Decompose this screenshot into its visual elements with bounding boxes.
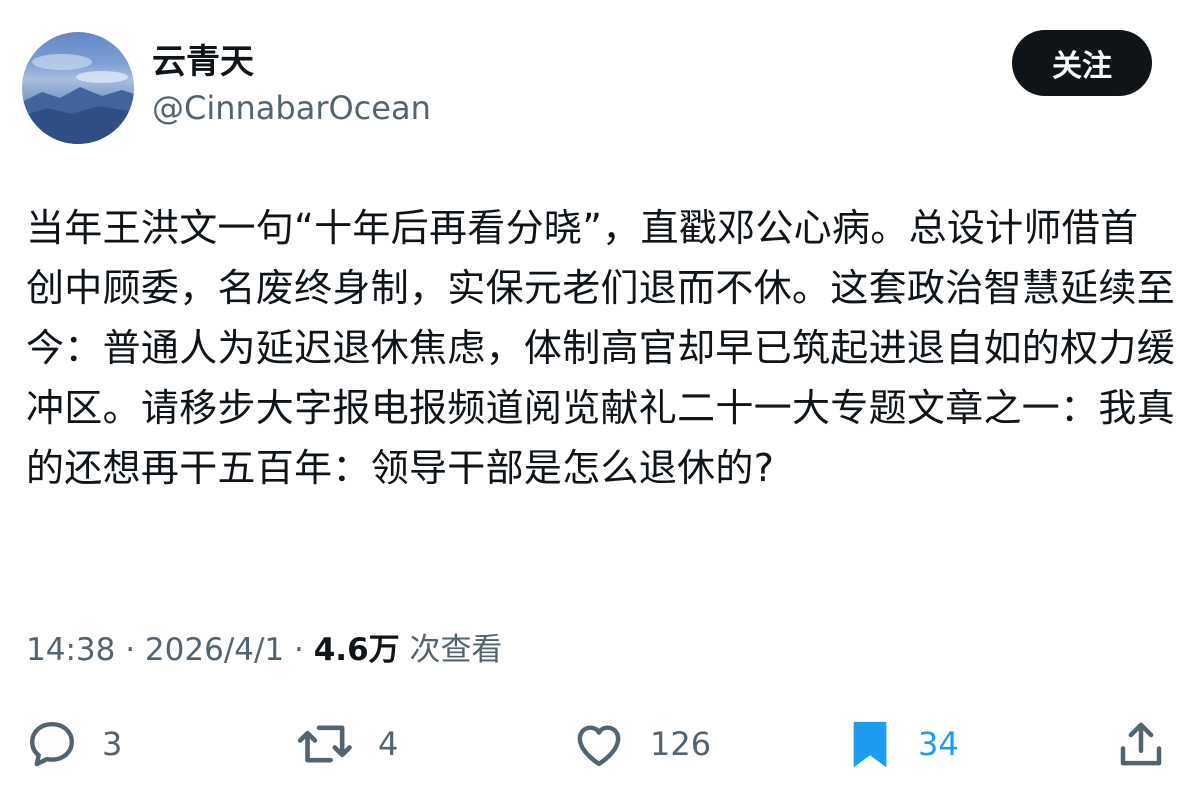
like-count: 126 (650, 725, 712, 763)
reply-count: 3 (102, 725, 123, 763)
post-text: 当年王洪文一句“十年后再看分晓”，直戳邓公心病。总设计师借首创中顾委，名废终身制… (26, 206, 1176, 490)
views-label: 次查看 (409, 632, 503, 668)
repost-button[interactable]: 4 (296, 712, 398, 776)
bookmark-count: 34 (918, 725, 959, 763)
reply-icon (29, 721, 75, 767)
user-handle[interactable]: @CinnabarOcean (152, 86, 431, 130)
avatar[interactable] (22, 32, 134, 144)
meta-separator: · (294, 632, 304, 668)
views-count[interactable]: 4.6万 (314, 632, 400, 668)
share-button[interactable] (1114, 712, 1168, 776)
like-icon (577, 725, 621, 767)
bookmark-button[interactable]: 34 (844, 712, 959, 776)
post-date[interactable]: 2026/4/1 (145, 632, 284, 668)
bookmark-icon (853, 721, 887, 768)
repost-icon (297, 725, 352, 763)
avatar-landscape-image (22, 54, 134, 144)
post-meta: 14:38 · 2026/4/1 · 4.6万 次查看 (26, 628, 503, 672)
meta-separator: · (125, 632, 136, 668)
reply-button[interactable]: 3 (24, 712, 122, 776)
display-name[interactable]: 云青天 (152, 40, 254, 84)
follow-button[interactable]: 关注 (1012, 30, 1152, 96)
post-time[interactable]: 14:38 (26, 632, 115, 668)
share-icon (1120, 722, 1162, 766)
action-bar: 3 4 126 34 (0, 712, 1200, 776)
repost-count: 4 (378, 725, 399, 763)
like-button[interactable]: 126 (570, 712, 711, 776)
